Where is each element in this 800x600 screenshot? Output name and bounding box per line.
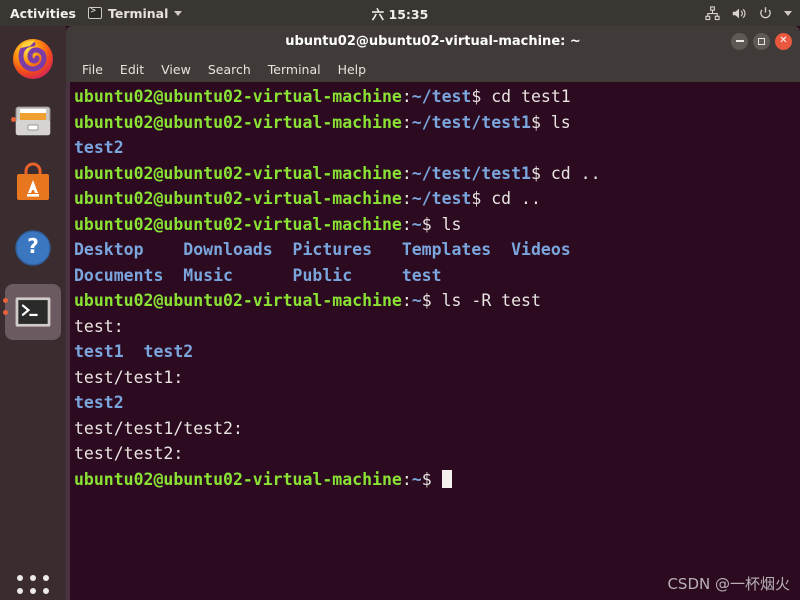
running-indicator bbox=[11, 117, 16, 122]
terminal-icon bbox=[15, 297, 51, 327]
system-tray[interactable] bbox=[705, 0, 792, 26]
terminal-window: ubuntu02@ubuntu02-virtual-machine: ~ ✕ F… bbox=[66, 26, 800, 600]
files-icon bbox=[15, 106, 51, 136]
menu-item-terminal[interactable]: Terminal bbox=[268, 62, 321, 77]
running-indicator bbox=[3, 310, 8, 315]
menu-item-search[interactable]: Search bbox=[208, 62, 251, 77]
terminal-line: Documents Music Public test bbox=[74, 265, 442, 285]
dock: ? bbox=[0, 26, 66, 600]
volume-icon bbox=[731, 6, 747, 21]
terminal-line: test: bbox=[74, 316, 124, 336]
terminal-line: test/test2: bbox=[74, 444, 184, 463]
running-indicator bbox=[3, 298, 8, 303]
terminal-line: test/test1: bbox=[74, 367, 184, 387]
terminal-line: Desktop Downloads Pictures Templates Vid… bbox=[74, 240, 571, 259]
chevron-down-icon bbox=[174, 10, 183, 16]
window-titlebar[interactable]: ubuntu02@ubuntu02-virtual-machine: ~ ✕ bbox=[66, 26, 800, 56]
clock[interactable]: 六 15:35 bbox=[372, 4, 429, 23]
terminal-line: test2 bbox=[74, 138, 124, 157]
activities-button[interactable]: Activities bbox=[0, 6, 88, 21]
show-applications-button[interactable] bbox=[14, 572, 52, 600]
terminal-line: test1 test2 bbox=[74, 342, 194, 361]
maximize-button[interactable] bbox=[753, 32, 770, 50]
dock-item-ubuntu-software[interactable] bbox=[9, 160, 57, 208]
dock-item-help[interactable]: ? bbox=[9, 224, 57, 272]
firefox-icon bbox=[13, 39, 53, 79]
window-controls: ✕ bbox=[731, 26, 792, 56]
watermark: CSDN @一杯烟火 bbox=[667, 575, 790, 593]
terminal-icon bbox=[87, 6, 102, 19]
power-icon bbox=[758, 6, 773, 21]
help-icon: ? bbox=[15, 230, 51, 266]
app-menu-label: Terminal bbox=[107, 5, 169, 21]
dock-item-terminal[interactable] bbox=[3, 284, 61, 340]
terminal-scrollbar[interactable] bbox=[66, 82, 70, 600]
terminal-line: ubuntu02@ubuntu02-virtual-machine:~/test… bbox=[74, 87, 571, 106]
terminal-text: ubuntu02@ubuntu02-virtual-machine:~/test… bbox=[74, 84, 800, 492]
menu-item-file[interactable]: File bbox=[82, 62, 103, 77]
close-button[interactable]: ✕ bbox=[775, 32, 792, 50]
terminal-line: ubuntu02@ubuntu02-virtual-machine:~$ ls bbox=[74, 214, 462, 234]
dock-item-firefox[interactable] bbox=[9, 34, 57, 82]
minimize-button[interactable] bbox=[731, 32, 748, 50]
terminal-line: ubuntu02@ubuntu02-virtual-machine:~/test… bbox=[74, 163, 601, 183]
svg-text:?: ? bbox=[27, 234, 39, 258]
terminal-line: test2 bbox=[74, 393, 124, 412]
desktop-screen: Activities Terminal 六 15:35 bbox=[0, 0, 800, 600]
window-title: ubuntu02@ubuntu02-virtual-machine: ~ bbox=[285, 33, 581, 49]
terminal-output-area[interactable]: ubuntu02@ubuntu02-virtual-machine:~/test… bbox=[66, 82, 800, 600]
top-bar: Activities Terminal 六 15:35 bbox=[0, 0, 800, 26]
menu-item-help[interactable]: Help bbox=[338, 62, 367, 77]
terminal-line: test/test1/test2: bbox=[74, 418, 243, 438]
terminal-line: ubuntu02@ubuntu02-virtual-machine:~/test… bbox=[74, 112, 571, 132]
menu-item-view[interactable]: View bbox=[161, 62, 191, 77]
terminal-line: ubuntu02@ubuntu02-virtual-machine:~$ bbox=[74, 467, 800, 493]
dock-item-files[interactable] bbox=[9, 96, 57, 144]
chevron-down-icon bbox=[784, 10, 792, 16]
menu-bar: File Edit View Search Terminal Help bbox=[66, 56, 800, 82]
ubuntu-software-icon bbox=[17, 162, 49, 200]
menu-item-edit[interactable]: Edit bbox=[120, 62, 144, 77]
terminal-line: ubuntu02@ubuntu02-virtual-machine:~$ ls … bbox=[74, 291, 541, 310]
network-wired-icon bbox=[705, 5, 720, 21]
app-menu-terminal[interactable]: Terminal bbox=[87, 5, 183, 21]
terminal-line: ubuntu02@ubuntu02-virtual-machine:~/test… bbox=[74, 189, 541, 208]
